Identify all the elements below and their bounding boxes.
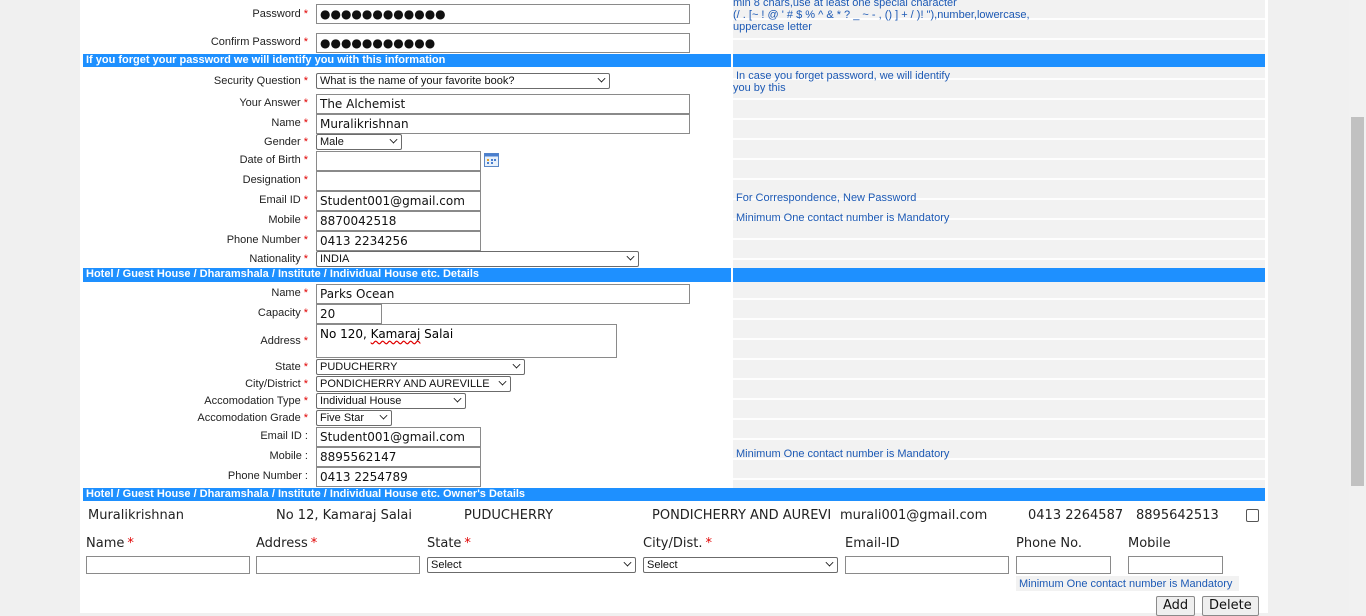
chevron-down-icon (389, 135, 398, 144)
owner-state-header: State * (427, 536, 471, 551)
email-help: For Correspondence, New Password (736, 192, 917, 204)
security-section-band: If you forget your password we will iden… (83, 54, 1265, 67)
owner-email-header: Email-ID (845, 536, 900, 551)
chevron-down-icon (512, 360, 521, 369)
owner-row-phone: 0413 2264587 (1028, 508, 1124, 523)
chevron-down-icon (623, 558, 632, 567)
security-help-line1: In case you forget password, we will ide… (736, 70, 950, 82)
hotel-name-field[interactable]: Parks Ocean (316, 284, 690, 304)
state-select[interactable]: PUDUCHERRY (316, 359, 525, 375)
owner-section-band: Hotel / Guest House / Dharamshala / Inst… (83, 488, 1265, 501)
name-label: Name * (271, 117, 308, 129)
owner-name-header: Name * (86, 536, 134, 551)
calendar-icon[interactable] (484, 152, 499, 167)
password-help-line1: min 8 chars,use at least one special cha… (733, 0, 957, 9)
scrollbar-thumb[interactable] (1351, 117, 1364, 486)
security-help-line2: you by this (733, 82, 786, 94)
answer-label: Your Answer * (239, 97, 308, 109)
owner-row-name: Muralikrishnan (88, 508, 184, 523)
confirm-password-field[interactable]: ●●●●●●●●●●● (316, 33, 690, 53)
hotel-mobile-help: Minimum One contact number is Mandatory (736, 448, 950, 460)
chevron-down-icon (597, 74, 606, 83)
acc-type-label: Accomodation Type * (204, 395, 308, 407)
state-label: State * (275, 361, 308, 373)
hotel-email-label: Email ID : (260, 430, 308, 442)
delete-button[interactable]: Delete (1202, 596, 1259, 616)
owner-contact-help: Minimum One contact number is Mandatory (1019, 578, 1233, 590)
designation-label: Designation * (242, 174, 308, 186)
hotel-email-field[interactable]: Student001@gmail.com (316, 427, 481, 447)
hotel-phone-label: Phone Number : (227, 470, 308, 482)
email-field[interactable]: Student001@gmail.com (316, 191, 481, 211)
security-question-select[interactable]: What is the name of your favorite book? (316, 73, 610, 89)
phone-label: Phone Number * (226, 234, 308, 246)
capacity-field[interactable]: 20 (316, 304, 382, 324)
chevron-down-icon (453, 394, 462, 403)
acc-grade-label: Accomodation Grade * (197, 412, 308, 424)
password-label: Password * (252, 8, 308, 20)
mobile-help: Minimum One contact number is Mandatory (736, 212, 950, 224)
owner-mobile-header: Mobile (1128, 536, 1171, 551)
password-help-line2: (/ . [~ ! @ ' # $ % ^ & * ? _ ~ - , () ]… (733, 9, 1030, 21)
chevron-down-icon (498, 377, 507, 386)
page-scrollbar[interactable] (1349, 0, 1366, 613)
owner-row-city: PONDICHERRY AND AUREVILLE (652, 508, 832, 523)
owner-city-select[interactable]: Select (643, 557, 838, 573)
gender-select[interactable]: Male (316, 134, 402, 150)
owner-email-input[interactable] (845, 556, 1009, 574)
dob-field[interactable] (316, 151, 481, 171)
gender-label: Gender * (264, 136, 308, 148)
password-field[interactable]: ●●●●●●●●●●●● (316, 4, 690, 24)
hotel-phone-field[interactable]: 0413 2254789 (316, 467, 481, 487)
designation-field[interactable] (316, 171, 481, 191)
chevron-down-icon (379, 411, 388, 420)
owner-row-checkbox[interactable] (1246, 509, 1259, 522)
phone-field[interactable]: 0413 2234256 (316, 231, 481, 251)
address-textarea[interactable]: No 120, Kamaraj Salai (316, 324, 617, 358)
owner-state-select[interactable]: Select (427, 557, 636, 573)
owner-phone-input[interactable] (1016, 556, 1111, 574)
address-label: Address * (260, 335, 308, 347)
dob-label: Date of Birth * (239, 154, 308, 166)
mobile-field[interactable]: 8870042518 (316, 211, 481, 231)
owner-row-email: murali001@gmail.com (840, 508, 988, 523)
city-select[interactable]: PONDICHERRY AND AUREVILLE (316, 376, 511, 392)
owner-name-input[interactable] (86, 556, 250, 574)
add-button[interactable]: Add (1156, 596, 1196, 616)
owner-city-header: City/Dist. * (643, 536, 712, 551)
email-label: Email ID * (259, 194, 308, 206)
hotel-mobile-field[interactable]: 8895562147 (316, 447, 481, 467)
acc-grade-select[interactable]: Five Star (316, 410, 392, 426)
chevron-down-icon (626, 252, 635, 261)
nationality-select[interactable]: INDIA (316, 251, 639, 267)
band-divider (731, 268, 733, 282)
mobile-label: Mobile * (268, 214, 308, 226)
answer-field[interactable]: The Alchemist (316, 94, 690, 114)
hotel-section-band: Hotel / Guest House / Dharamshala / Inst… (83, 268, 1265, 282)
name-field[interactable]: Muralikrishnan (316, 114, 690, 134)
owner-row-address: No 12, Kamaraj Salai (276, 508, 412, 523)
capacity-label: Capacity * (257, 307, 308, 319)
password-help-line3: uppercase letter (733, 21, 812, 33)
owner-address-input[interactable] (256, 556, 420, 574)
hotel-mobile-label: Mobile : (269, 450, 308, 462)
chevron-down-icon (825, 558, 834, 567)
nationality-label: Nationality * (249, 253, 308, 265)
owner-mobile-input[interactable] (1128, 556, 1223, 574)
band-divider (731, 54, 733, 67)
owner-row-mobile: 8895642513 (1136, 508, 1219, 523)
owner-address-header: Address * (256, 536, 318, 551)
owner-row-state: PUDUCHERRY (464, 508, 554, 523)
security-question-label: Security Question * (213, 75, 308, 87)
city-label: City/District * (245, 378, 308, 390)
acc-type-select[interactable]: Individual House (316, 393, 466, 409)
owner-phone-header: Phone No. (1016, 536, 1082, 551)
hotel-name-label: Name * (271, 287, 308, 299)
confirm-password-label: Confirm Password * (210, 36, 308, 48)
